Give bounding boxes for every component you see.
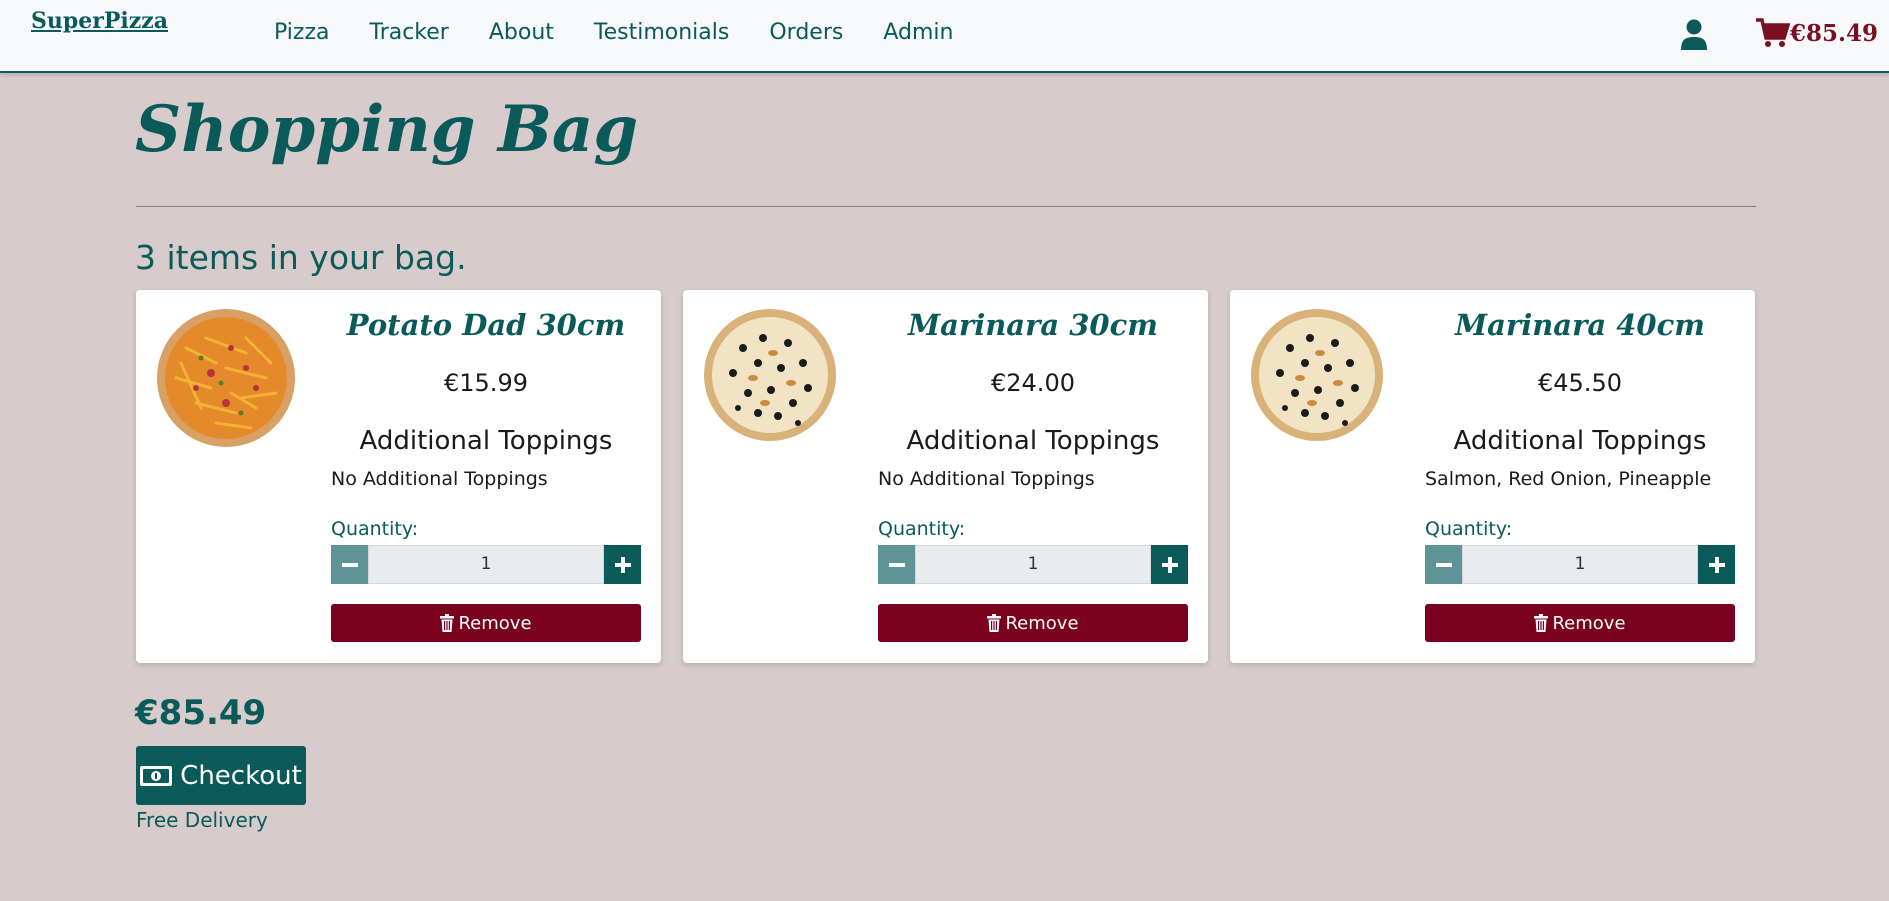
remove-label: Remove [1005,612,1079,634]
item-price: €24.00 [991,369,1075,397]
remove-label: Remove [458,612,532,634]
checkout-button[interactable]: Checkout [136,746,306,805]
plus-icon [1708,556,1725,573]
money-bill-icon [140,765,173,786]
remove-label: Remove [1552,612,1626,634]
cart-link[interactable]: €85.49 [1756,17,1878,49]
user-icon[interactable] [1680,19,1708,51]
decrement-button[interactable] [331,545,368,584]
divider [136,206,1756,207]
quantity-input[interactable]: 1 [1462,545,1698,584]
page-title: Shopping Bag [135,92,639,167]
remove-button[interactable]: Remove [331,604,641,642]
grand-total: €85.49 [135,693,267,733]
cart-total: €85.49 [1790,19,1879,47]
quantity-stepper: 1 [1425,545,1735,584]
quantity-stepper: 1 [878,545,1188,584]
quantity-label: Quantity: [878,518,966,540]
bag-item-card: Potato Dad 30cm €15.99 Additional Toppin… [136,290,661,663]
nav-link-about[interactable]: About [489,20,554,45]
remove-button[interactable]: Remove [878,604,1188,642]
plus-icon [1161,556,1178,573]
decrement-button[interactable] [878,545,915,584]
increment-button[interactable] [604,545,641,584]
quantity-input[interactable]: 1 [368,545,604,584]
quantity-stepper: 1 [331,545,641,584]
potato-pizza-image [157,309,295,447]
delivery-note: Free Delivery [136,808,268,832]
increment-button[interactable] [1151,545,1188,584]
toppings-heading: Additional Toppings [359,426,613,456]
bag-item-card: Marinara 40cm €45.50 Additional Toppings… [1230,290,1755,663]
trash-icon [1534,614,1549,632]
nav-link-pizza[interactable]: Pizza [274,20,329,45]
minus-icon [888,562,905,567]
nav-links: Pizza Tracker About Testimonials Orders … [274,20,993,45]
increment-button[interactable] [1698,545,1735,584]
nav-link-admin[interactable]: Admin [883,20,953,45]
toppings-list: No Additional Toppings [878,468,1095,490]
item-name: Marinara 40cm [1455,308,1705,342]
marinara-pizza-image [704,309,836,441]
trash-icon [440,614,455,632]
decrement-button[interactable] [1425,545,1462,584]
toppings-list: Salmon, Red Onion, Pineapple [1425,468,1712,490]
nav-link-orders[interactable]: Orders [769,20,843,45]
item-price: €15.99 [444,369,528,397]
quantity-input[interactable]: 1 [915,545,1151,584]
nav-link-tracker[interactable]: Tracker [369,20,448,45]
toppings-list: No Additional Toppings [331,468,548,490]
toppings-heading: Additional Toppings [1453,426,1707,456]
item-name: Potato Dad 30cm [346,308,626,342]
toppings-heading: Additional Toppings [906,426,1160,456]
plus-icon [614,556,631,573]
brand-logo[interactable]: SuperPizza [31,8,168,34]
bag-item-card: Marinara 30cm €24.00 Additional Toppings… [683,290,1208,663]
nav-link-testimonials[interactable]: Testimonials [594,20,729,45]
checkout-label: Checkout [180,760,302,791]
item-price: €45.50 [1538,369,1622,397]
trash-icon [987,614,1002,632]
minus-icon [1435,562,1452,567]
navbar: SuperPizza Pizza Tracker About Testimoni… [0,0,1889,73]
items-count: 3 items in your bag. [135,238,467,277]
quantity-label: Quantity: [1425,518,1513,540]
quantity-label: Quantity: [331,518,419,540]
shopping-cart-icon [1756,18,1790,47]
remove-button[interactable]: Remove [1425,604,1735,642]
minus-icon [341,562,358,567]
item-name: Marinara 30cm [908,308,1158,342]
marinara-pizza-image [1251,309,1383,441]
